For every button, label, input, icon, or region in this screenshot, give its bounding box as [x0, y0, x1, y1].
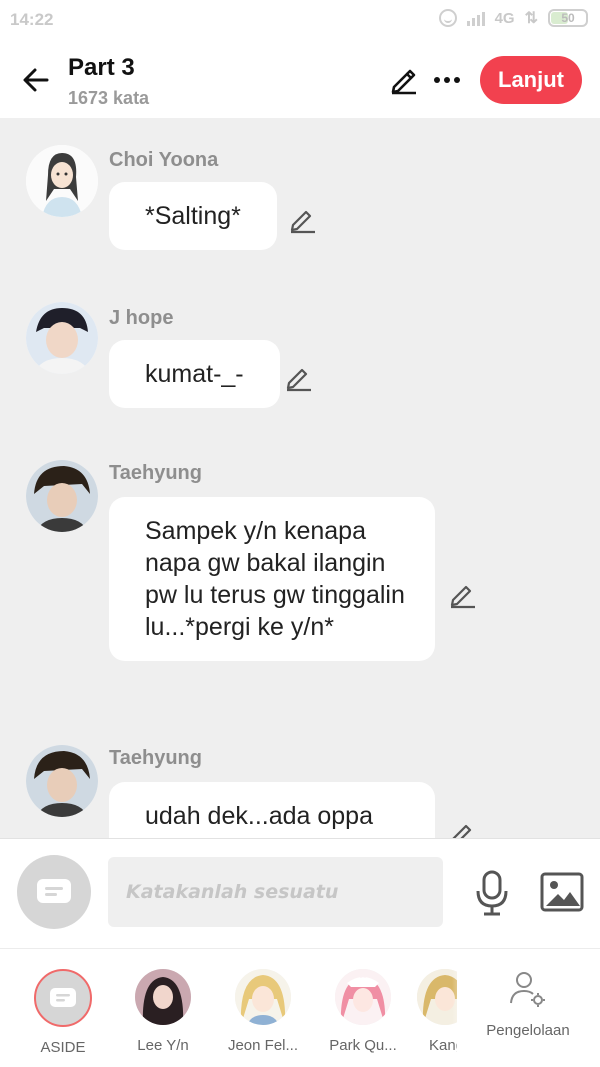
avatar-photo-icon — [26, 302, 98, 374]
user-settings-icon — [510, 972, 545, 1007]
avatar-anime-icon — [335, 969, 391, 1025]
character-kang[interactable]: Kang — [395, 969, 457, 1054]
avatar — [335, 969, 391, 1025]
status-bar: 14:22 4G ⇅ 50 — [0, 0, 600, 42]
character-aside[interactable]: ASIDE — [15, 969, 111, 1056]
signal-icon — [466, 10, 485, 26]
composer-bar — [0, 838, 600, 948]
edit-message-pencil-icon[interactable] — [284, 362, 314, 392]
aside-toggle-button[interactable] — [17, 855, 91, 929]
manage-button[interactable]: Pengelolaan — [480, 969, 576, 1039]
chat-area[interactable]: Choi Yoona *Salting* J hope kumat-_- Tae… — [0, 118, 600, 838]
avatar-photo-icon — [26, 745, 98, 817]
status-time: 14:22 — [10, 10, 54, 29]
manage-label: Pengelolaan — [486, 1022, 570, 1039]
avatar — [235, 969, 291, 1025]
speaker-name: Taehyung — [109, 747, 202, 769]
next-button[interactable]: Lanjut — [480, 56, 582, 104]
page-title: Part 3 — [68, 54, 135, 81]
data-transfer-icon: ⇅ — [524, 10, 538, 27]
edit-message-pencil-icon[interactable] — [288, 204, 318, 234]
chat-bubble-icon — [37, 879, 71, 903]
avatar[interactable] — [26, 145, 98, 217]
character-label: ASIDE — [40, 1039, 86, 1056]
pencil-icon — [391, 69, 416, 95]
speaker-name: Taehyung — [109, 462, 202, 484]
edit-button[interactable] — [386, 62, 422, 98]
edit-message-pencil-icon[interactable] — [448, 818, 478, 838]
word-count: 1673 kata — [68, 88, 150, 108]
character-jeon-fel[interactable]: Jeon Fel... — [215, 969, 311, 1054]
character-label: Jeon Fel... — [227, 1037, 299, 1054]
message-bubble[interactable]: kumat-_- — [109, 340, 280, 408]
chapter-header: Part 3 1673 kata Lanjut — [0, 42, 600, 118]
back-button[interactable] — [16, 60, 56, 100]
avatar[interactable] — [26, 460, 98, 532]
network-label: 4G — [494, 9, 515, 27]
avatar-anime-girl-icon — [26, 145, 98, 217]
avatar[interactable] — [26, 302, 98, 374]
avatar-photo-icon — [26, 460, 98, 532]
speaker-name: J hope — [109, 307, 174, 329]
character-lee-yn[interactable]: Lee Y/n — [115, 969, 211, 1054]
message-bubble[interactable]: udah dek...ada oppa — [109, 782, 435, 838]
message-bubble[interactable]: Sampek y/n kenapa napa gw bakal ilangin … — [109, 497, 435, 661]
chat-bubble-icon — [50, 988, 76, 1007]
notification-icon — [438, 9, 457, 27]
aside-avatar — [34, 969, 92, 1027]
avatar[interactable] — [26, 745, 98, 817]
more-button[interactable] — [430, 62, 464, 98]
edit-message-pencil-icon[interactable] — [448, 579, 478, 609]
message-bubble[interactable]: *Salting* — [109, 182, 277, 250]
character-label: Lee Y/n — [137, 1037, 189, 1054]
avatar-anime-icon — [235, 969, 291, 1025]
avatar-anime-icon — [417, 969, 457, 1025]
avatar — [135, 969, 191, 1025]
character-bar: ASIDE Lee Y/n Jeon Fel... Park Qu... Ka … — [0, 948, 600, 1067]
arrow-left-icon — [23, 68, 49, 92]
avatar — [417, 969, 457, 1025]
avatar-photo-icon — [135, 969, 191, 1025]
speaker-name: Choi Yoona — [109, 149, 219, 171]
battery-label: 50 — [561, 11, 575, 25]
image-icon[interactable] — [540, 872, 584, 912]
status-icons: 4G ⇅ 50 — [438, 8, 588, 28]
battery-icon: 50 — [548, 9, 588, 27]
message-input[interactable] — [108, 857, 443, 927]
more-dots-icon — [434, 77, 460, 83]
character-label: Kang — [429, 1037, 457, 1054]
microphone-icon[interactable] — [472, 869, 512, 917]
scroll-fade — [452, 949, 480, 1059]
